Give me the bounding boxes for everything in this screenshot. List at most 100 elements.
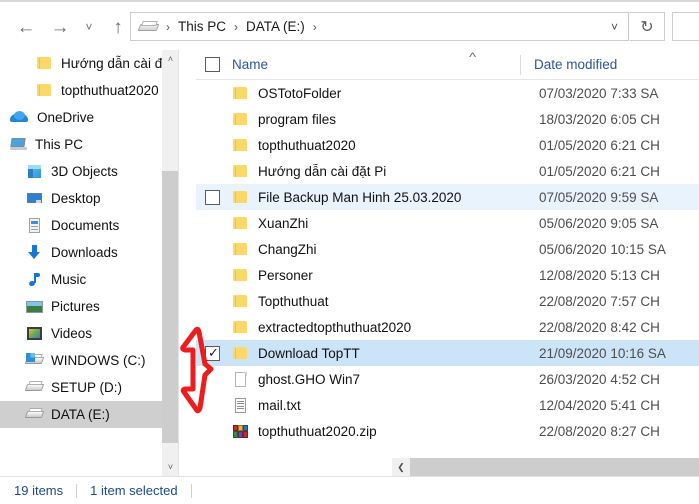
sidebar-item-onedrive[interactable]: OneDrive — [0, 104, 179, 131]
file-name: program files — [258, 111, 337, 127]
scroll-left-chevron-left-icon[interactable]: ❮ — [392, 458, 410, 476]
table-row[interactable]: mail.txt 12/04/2020 5:41 CH — [196, 392, 699, 418]
file-name: ChangZhi — [258, 241, 317, 257]
arrow-up-icon: ↑ — [113, 16, 123, 38]
file-explorer-window: ← → ˅ ↑ › This PC › DATA (E:) › ˅ ↻ Hướn… — [0, 0, 699, 504]
sidebar-item-data-e[interactable]: DATA (E:) — [0, 401, 179, 428]
explorer-content: Hướng dẫn cài đ topthuthuat2020 OneDrive Th… — [0, 50, 699, 476]
table-row[interactable]: Hướng dẫn cài đặt Pi 01/05/2020 6:21 CH — [196, 158, 699, 184]
forward-button[interactable]: → — [43, 11, 77, 43]
recent-locations-button[interactable]: ˅ — [77, 11, 101, 43]
sidebar-item-desktop[interactable]: Desktop — [0, 185, 179, 212]
file-name: Download TopTT — [258, 345, 360, 361]
breadcrumb-item-this-pc[interactable]: This PC — [175, 17, 229, 36]
folder-icon — [232, 111, 249, 128]
sidebar-item-setup-d[interactable]: SETUP (D:) — [0, 374, 179, 401]
breadcrumb-separator[interactable]: › — [229, 20, 243, 34]
sidebar-item-pictures[interactable]: Pictures — [0, 293, 179, 320]
sidebar-item-label: OneDrive — [37, 110, 95, 125]
table-row[interactable]: ghost.GHO Win7 26/03/2020 4:52 CH — [196, 366, 699, 392]
folder-icon — [232, 189, 249, 206]
status-divider — [76, 483, 78, 498]
sidebar-item-label: 3D Objects — [51, 164, 118, 179]
sidebar-item-music[interactable]: Music — [0, 266, 179, 293]
folder-icon — [232, 85, 249, 102]
refresh-icon: ↻ — [640, 18, 654, 36]
breadcrumb-separator[interactable]: › — [308, 20, 322, 34]
file-name: topthuthuat2020.zip — [258, 423, 377, 439]
pane-divider[interactable] — [178, 50, 179, 476]
table-row[interactable]: topthuthuat2020.zip 22/08/2020 8:27 CH — [196, 418, 699, 444]
file-date-modified: 01/05/2020 6:21 CH — [539, 163, 660, 179]
folder-icon — [232, 137, 249, 154]
sidebar-item-label: Documents — [51, 218, 120, 233]
navigation-pane: Hướng dẫn cài đ topthuthuat2020 OneDrive Th… — [0, 50, 179, 476]
refresh-button[interactable]: ↻ — [630, 12, 665, 41]
file-name: File Backup Man Hinh 25.03.2020 — [258, 189, 462, 205]
file-list-pane: Name Date modified ˄ OSTotoFolder 07/03/2… — [196, 50, 699, 476]
sidebar-item-h-ng-d-n-c-i[interactable]: Hướng dẫn cài đ — [0, 50, 179, 77]
sidebar-item-windows-c[interactable]: WINDOWS (C:) — [0, 347, 179, 374]
breadcrumb-separator[interactable]: › — [161, 20, 175, 34]
column-header-date-modified[interactable]: Date modified — [534, 57, 617, 72]
back-button[interactable]: ← — [9, 11, 43, 43]
file-name: OSTotoFolder — [258, 85, 342, 101]
column-header-name[interactable]: Name — [232, 57, 524, 72]
sidebar-item-videos[interactable]: Videos — [0, 320, 179, 347]
sidebar-item-label: Pictures — [51, 299, 100, 314]
horizontal-scrollbar[interactable]: ❮ — [392, 458, 699, 476]
sidebar-item-downloads[interactable]: Downloads — [0, 239, 179, 266]
windows-drive-icon — [24, 352, 45, 369]
sidebar-scrollbar[interactable]: ˄ ˅ — [162, 50, 179, 476]
status-item-count: 19 items — [14, 483, 64, 498]
address-dropdown-chevron-down-icon[interactable]: ˅ — [611, 20, 618, 34]
file-name: Hướng dẫn cài đặt Pi — [258, 163, 387, 179]
column-header: Name Date modified ˄ — [196, 50, 699, 80]
sidebar-item-label: This PC — [35, 137, 84, 152]
table-row[interactable]: XuanZhi 05/06/2020 9:05 SA — [196, 210, 699, 236]
table-row[interactable]: topthuthuat2020 01/05/2020 6:21 CH — [196, 132, 699, 158]
table-row[interactable]: File Backup Man Hinh 25.03.2020 07/05/202… — [196, 184, 699, 210]
drive-icon — [24, 406, 45, 423]
sidebar-item-this-pc[interactable]: This PC — [0, 131, 179, 158]
row-checkbox[interactable]: ✓ — [205, 345, 220, 361]
folder-icon — [232, 319, 249, 336]
scroll-up-chevron-up-icon[interactable]: ˄ — [162, 50, 179, 68]
pictures-icon — [26, 298, 43, 315]
file-date-modified: 07/03/2020 7:33 SA — [539, 85, 659, 101]
onedrive-cloud-icon — [10, 109, 29, 126]
search-input[interactable] — [672, 12, 699, 41]
sidebar-item-topthuthuat2020[interactable]: topthuthuat2020 — [0, 77, 179, 104]
file-name: Personer — [258, 267, 313, 283]
table-row[interactable]: Topthuthuat 22/08/2020 7:57 CH — [196, 288, 699, 314]
drive-icon — [24, 379, 45, 396]
file-date-modified: 07/05/2020 9:59 SA — [539, 189, 659, 205]
table-row[interactable]: program files 18/03/2020 6:05 CH — [196, 106, 699, 132]
table-row[interactable]: ChangZhi 05/06/2020 10:15 SA — [196, 236, 699, 262]
table-row[interactable]: OSTotoFolder 07/03/2020 7:33 SA — [196, 80, 699, 106]
sidebar-item-3d-objects[interactable]: 3D Objects — [0, 158, 179, 185]
downloads-icon — [26, 244, 43, 261]
select-all-checkbox[interactable] — [205, 57, 220, 72]
sidebar-item-label: Hướng dẫn cài đ — [61, 56, 163, 71]
horizontal-scroll-thumb[interactable] — [410, 458, 699, 476]
file-date-modified: 26/03/2020 4:52 CH — [539, 371, 660, 387]
sidebar-item-label: Videos — [51, 326, 93, 341]
file-name: topthuthuat2020 — [258, 137, 356, 153]
table-row[interactable]: extractedtopthuthuat2020 22/08/2020 8:42 … — [196, 314, 699, 340]
file-date-modified: 18/03/2020 6:05 CH — [539, 111, 660, 127]
scroll-down-chevron-down-icon[interactable]: ˅ — [162, 458, 179, 476]
arrow-right-icon: → — [50, 16, 70, 38]
videos-icon — [26, 325, 43, 342]
table-row[interactable]: Personer 12/08/2020 5:13 CH — [196, 262, 699, 288]
table-row[interactable]: ✓ Download TopTT 21/09/2020 10:16 SA — [196, 340, 699, 366]
sidebar-item-documents[interactable]: Documents — [0, 212, 179, 239]
file-name: extractedtopthuthuat2020 — [258, 319, 412, 335]
folder-icon — [36, 82, 53, 99]
column-separator[interactable] — [520, 55, 521, 75]
row-checkbox[interactable] — [205, 189, 220, 205]
archive-icon — [232, 423, 249, 440]
breadcrumb-item-data-e[interactable]: DATA (E:) — [243, 17, 308, 36]
address-bar[interactable]: › This PC › DATA (E:) › ˅ — [130, 12, 629, 41]
sidebar-scroll-thumb[interactable] — [162, 171, 179, 443]
